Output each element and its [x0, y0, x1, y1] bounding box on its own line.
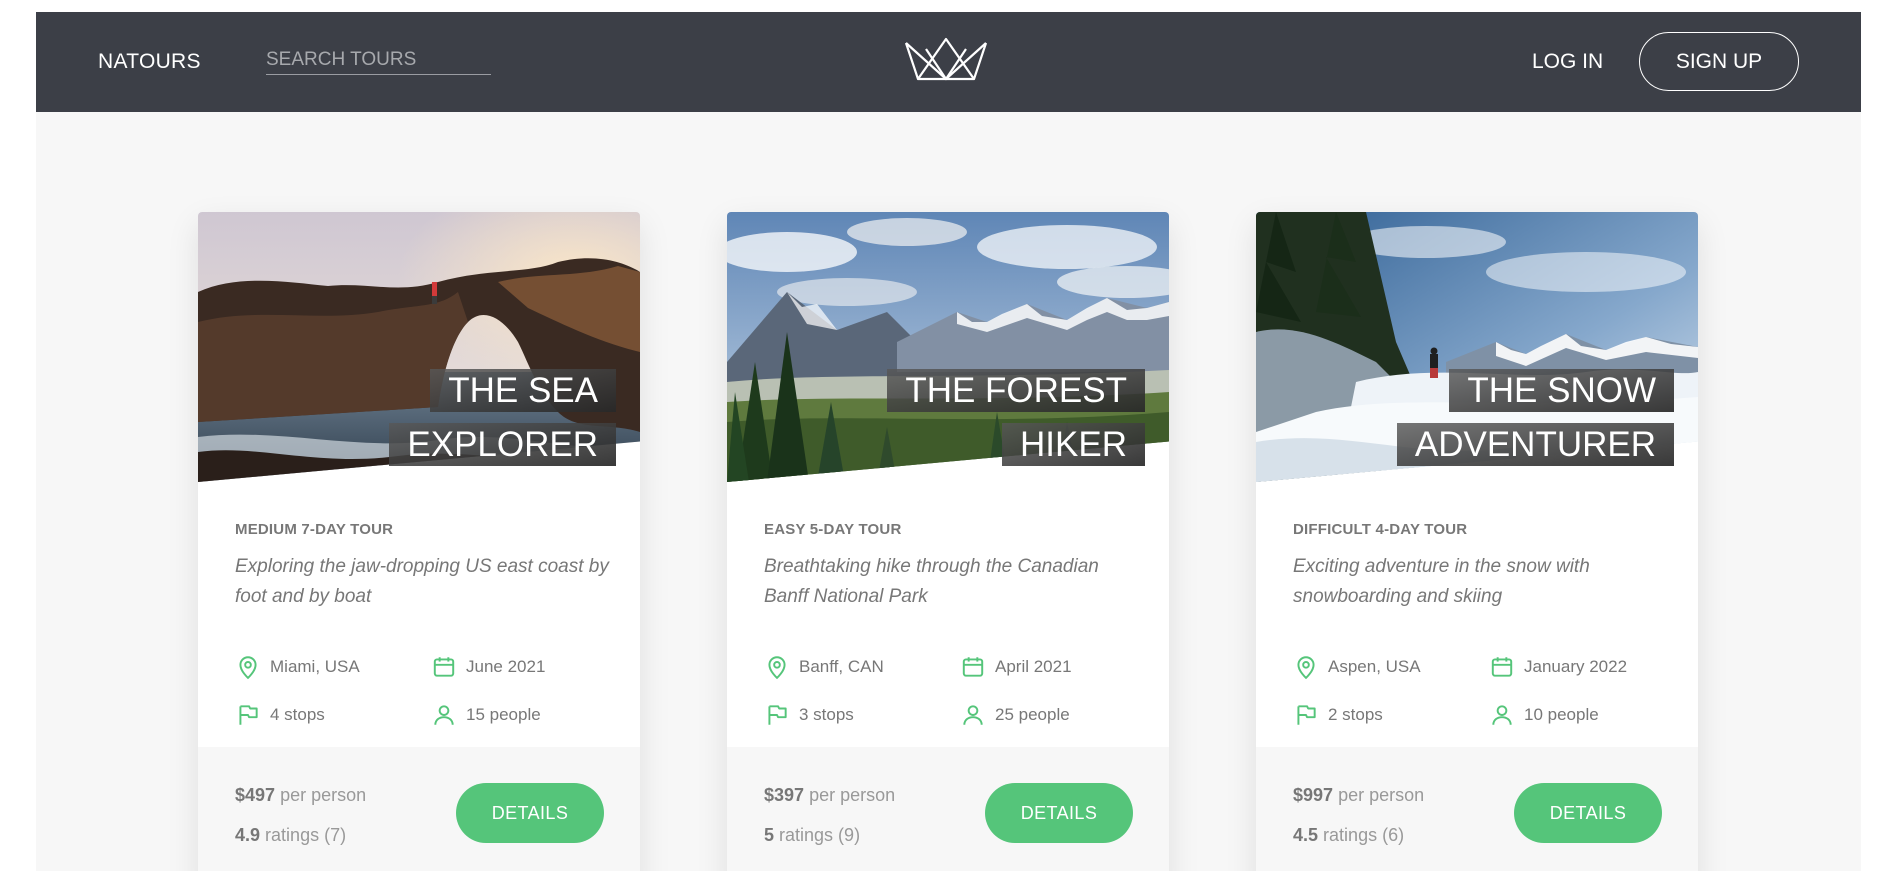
- tour-card-footer: $397 per person 5 ratings (9) DETAILS: [727, 747, 1169, 871]
- tour-stops-text: 2 stops: [1328, 705, 1383, 724]
- tour-date-text: April 2021: [995, 657, 1072, 676]
- tour-rating: 5 ratings (9): [764, 825, 860, 846]
- tour-stops-text: 3 stops: [799, 705, 854, 724]
- tour-summary: Breathtaking hike through the Canadian B…: [764, 556, 1099, 607]
- nav-brand-link[interactable]: NATOURS: [98, 50, 201, 74]
- tour-location-text: Banff, CAN: [799, 657, 884, 676]
- tour-card-footer: $997 per person 4.5 ratings (6) DETAILS: [1256, 747, 1698, 871]
- tour-price-suffix: per person: [809, 785, 896, 805]
- details-button[interactable]: DETAILS: [985, 783, 1133, 843]
- tour-location: Miami, USA: [235, 654, 360, 680]
- signup-button[interactable]: SIGN UP: [1639, 32, 1799, 91]
- tour-location: Aspen, USA: [1293, 654, 1421, 680]
- tour-card-footer: $497 per person 4.9 ratings (7) DETAILS: [198, 747, 640, 871]
- tour-name-line-1: THE SNOW: [1449, 369, 1674, 412]
- tour-price-suffix: per person: [280, 785, 367, 805]
- tour-price: $497 per person: [235, 785, 366, 806]
- tour-name-line-1: THE SEA: [430, 369, 616, 412]
- tour-rating: 4.5 ratings (6): [1293, 825, 1404, 846]
- tour-card: THE FOREST HIKER EASY 5-DAY TOUR Breatht…: [727, 212, 1169, 871]
- tour-people-text: 15 people: [466, 705, 541, 724]
- login-link[interactable]: LOG IN: [1532, 50, 1603, 74]
- tour-summary: Exploring the jaw-dropping US east coast…: [235, 556, 609, 607]
- tour-date-text: June 2021: [466, 657, 546, 676]
- tour-people: 10 people: [1489, 702, 1599, 728]
- tour-name: THE FOREST HIKER: [815, 364, 1145, 472]
- tour-rating-value: 5: [764, 825, 775, 845]
- tour-price-value: $497: [235, 785, 276, 805]
- tour-price-value: $997: [1293, 785, 1334, 805]
- tour-date-text: January 2022: [1524, 657, 1628, 676]
- tour-rating-suffix: ratings (7): [265, 825, 347, 845]
- calendar-icon: [1491, 657, 1513, 677]
- tour-difficulty: DIFFICULT 4-DAY TOUR: [1293, 521, 1468, 538]
- details-button[interactable]: DETAILS: [1514, 783, 1662, 843]
- tour-price-suffix: per person: [1338, 785, 1425, 805]
- tour-rating: 4.9 ratings (7): [235, 825, 346, 846]
- tour-stops: 4 stops: [235, 702, 325, 728]
- site-header: NATOURS LOG IN SIGN UP: [36, 12, 1861, 112]
- flag-icon: [239, 705, 258, 725]
- tour-name-line-1: THE FOREST: [887, 369, 1145, 412]
- tour-card: THE SNOW ADVENTURER DIFFICULT 4-DAY TOUR…: [1256, 212, 1698, 871]
- user-icon: [963, 705, 983, 725]
- tour-location-text: Miami, USA: [270, 657, 360, 676]
- map-pin-icon: [1297, 656, 1315, 680]
- flag-icon: [768, 705, 787, 725]
- user-icon: [1492, 705, 1512, 725]
- details-button[interactable]: DETAILS: [456, 783, 604, 843]
- map-pin-icon: [239, 656, 257, 680]
- tour-price-value: $397: [764, 785, 805, 805]
- tour-price: $397 per person: [764, 785, 895, 806]
- search-input[interactable]: [266, 45, 491, 75]
- tour-name-line-2: ADVENTURER: [1396, 423, 1674, 466]
- tour-people: 25 people: [960, 702, 1070, 728]
- tour-difficulty: MEDIUM 7-DAY TOUR: [235, 521, 394, 538]
- tour-name-line-2: EXPLORER: [389, 423, 616, 466]
- tour-summary: Exciting adventure in the snow with snow…: [1293, 556, 1590, 607]
- page-viewport: NATOURS LOG IN SIGN UP: [36, 12, 1861, 871]
- tour-rating-value: 4.5: [1293, 825, 1319, 845]
- tour-date: April 2021: [960, 654, 1072, 680]
- tour-people-text: 25 people: [995, 705, 1070, 724]
- tour-name: THE SEA EXPLORER: [286, 364, 616, 472]
- tour-people: 15 people: [431, 702, 541, 728]
- tour-people-text: 10 people: [1524, 705, 1599, 724]
- tour-rating-suffix: ratings (6): [1323, 825, 1405, 845]
- tour-location: Banff, CAN: [764, 654, 884, 680]
- crown-logo-icon[interactable]: [904, 37, 988, 81]
- tour-rating-value: 4.9: [235, 825, 261, 845]
- map-pin-icon: [768, 656, 786, 680]
- tour-date: January 2022: [1489, 654, 1627, 680]
- calendar-icon: [433, 657, 455, 677]
- tour-difficulty: EASY 5-DAY TOUR: [764, 521, 902, 538]
- tour-name-line-2: HIKER: [1002, 423, 1145, 466]
- tour-price: $997 per person: [1293, 785, 1424, 806]
- flag-icon: [1297, 705, 1316, 725]
- tour-date: June 2021: [431, 654, 545, 680]
- tour-card: THE SEA EXPLORER MEDIUM 7-DAY TOUR Explo…: [198, 212, 640, 871]
- tour-location-text: Aspen, USA: [1328, 657, 1421, 676]
- tour-name: THE SNOW ADVENTURER: [1344, 364, 1674, 472]
- tour-stops-text: 4 stops: [270, 705, 325, 724]
- tour-rating-suffix: ratings (9): [779, 825, 861, 845]
- calendar-icon: [962, 657, 984, 677]
- tour-stops: 3 stops: [764, 702, 854, 728]
- user-icon: [434, 705, 454, 725]
- tour-stops: 2 stops: [1293, 702, 1383, 728]
